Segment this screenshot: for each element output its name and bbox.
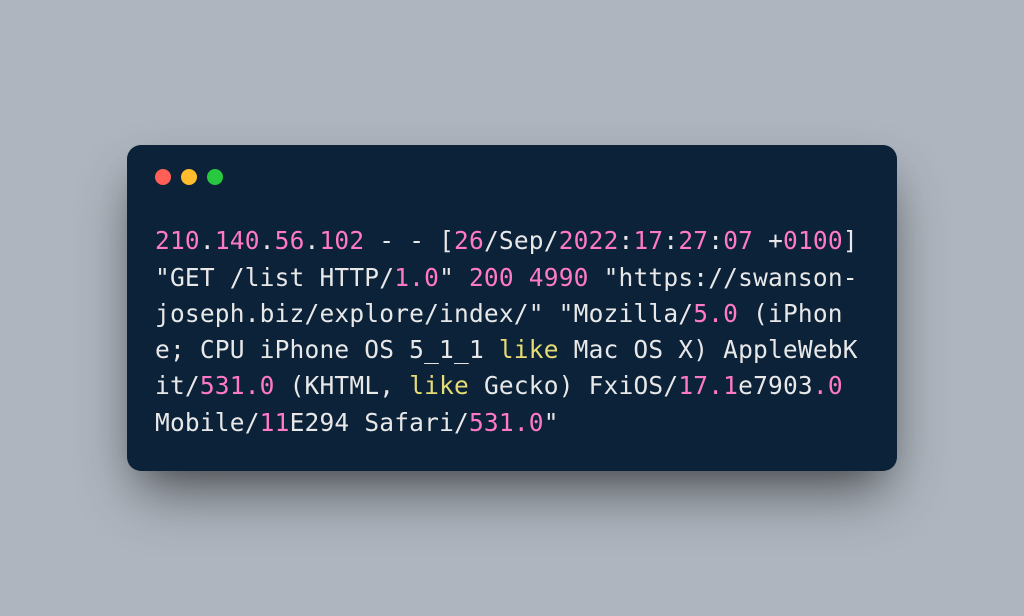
- plus: +: [768, 226, 783, 255]
- time-min: 27: [678, 226, 708, 255]
- log-text: - - [: [364, 226, 454, 255]
- space: [544, 299, 559, 328]
- ip-octet: 56: [275, 226, 305, 255]
- safari-version: 531.0: [469, 408, 544, 437]
- webkit-version: 531.0: [200, 371, 275, 400]
- time-sec: 07: [723, 226, 753, 255]
- dot: .: [305, 226, 320, 255]
- ua-text: "Mozilla/: [559, 299, 694, 328]
- timezone: 0100: [783, 226, 843, 255]
- status-code: 200: [469, 263, 514, 292]
- like-keyword: like: [409, 371, 469, 400]
- dot: .: [260, 226, 275, 255]
- ua-text: E294 Safari/: [290, 408, 469, 437]
- response-bytes: 4990: [529, 263, 589, 292]
- space: [514, 263, 529, 292]
- like-keyword: like: [499, 335, 559, 364]
- mobile-build: 11: [260, 408, 290, 437]
- log-output: 210.140.56.102 - - [26/Sep/2022:17:27:07…: [155, 223, 869, 441]
- slash: /: [544, 226, 559, 255]
- colon: :: [663, 226, 678, 255]
- http-version: 1.0: [394, 263, 439, 292]
- ip-octet: 102: [319, 226, 364, 255]
- slash: /: [484, 226, 499, 255]
- ua-text: (KHTML,: [275, 371, 410, 400]
- ip-octet: 140: [215, 226, 260, 255]
- date-month: Sep: [499, 226, 544, 255]
- ua-text: ": [544, 408, 559, 437]
- close-icon[interactable]: [155, 169, 171, 185]
- ip-octet: 210: [155, 226, 200, 255]
- log-text: ": [439, 263, 469, 292]
- ua-text: e7903: [738, 371, 813, 400]
- minimize-icon[interactable]: [181, 169, 197, 185]
- date-year: 2022: [559, 226, 619, 255]
- maximize-icon[interactable]: [207, 169, 223, 185]
- dot: .: [200, 226, 215, 255]
- colon: :: [708, 226, 723, 255]
- terminal-window: 210.140.56.102 - - [26/Sep/2022:17:27:07…: [127, 145, 897, 471]
- window-controls: [155, 169, 869, 185]
- fxios-version: 17.1: [678, 371, 738, 400]
- colon: :: [619, 226, 634, 255]
- ua-text: Gecko) FxiOS/: [469, 371, 678, 400]
- date-day: 26: [454, 226, 484, 255]
- time-hour: 17: [633, 226, 663, 255]
- mozilla-version: 5.0: [693, 299, 738, 328]
- fxios-version: .0: [813, 371, 843, 400]
- space: [589, 263, 604, 292]
- space: [753, 226, 768, 255]
